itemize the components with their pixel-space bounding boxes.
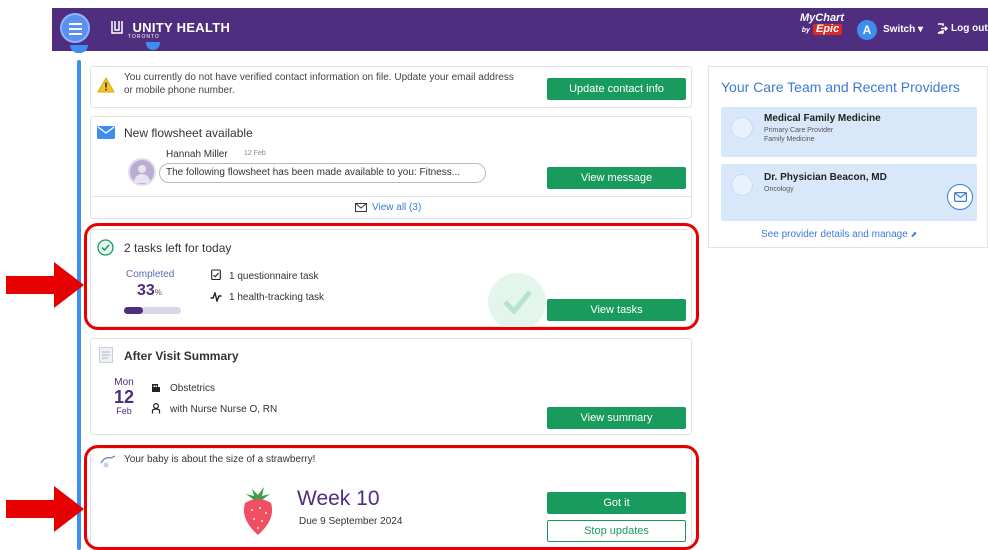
- see-provider-details-label: See provider details and manage: [761, 229, 908, 240]
- see-provider-details-link[interactable]: See provider details and manage ⬈: [761, 229, 917, 240]
- person-icon: [151, 403, 161, 414]
- mychart-epic-logo: MyChart by Epic: [800, 13, 844, 36]
- provider-name: Medical Family Medicine: [764, 113, 881, 124]
- chevron-down-icon: ▾: [918, 24, 924, 35]
- provider-specialty: Oncology: [764, 186, 794, 193]
- sender-name: Hannah Miller: [166, 149, 228, 160]
- view-all-link[interactable]: View all (3): [355, 202, 421, 213]
- visit-department: Obstetrics: [170, 383, 216, 394]
- red-arrow-icon: [6, 486, 84, 532]
- epic-label: Epic: [813, 24, 843, 35]
- warning-icon: [97, 77, 115, 93]
- visit-provider: with Nurse Nurse O, RN: [170, 404, 278, 415]
- envelope-icon: [355, 202, 367, 212]
- message-date: 12 Feb: [244, 150, 266, 157]
- provider-specialty: Family Medicine: [764, 136, 815, 143]
- view-message-button[interactable]: View message: [547, 167, 686, 189]
- mychart-by-label: by: [801, 27, 810, 34]
- update-contact-info-button[interactable]: Update contact info: [547, 78, 686, 100]
- contact-warning-text: You currently do not have verified conta…: [124, 72, 514, 96]
- care-team-panel: Your Care Team and Recent Providers Medi…: [708, 66, 988, 248]
- provider-role: Primary Care Provider: [764, 127, 834, 134]
- baby-card-highlight-box: [84, 445, 699, 550]
- tasks-highlight-box: [84, 223, 699, 330]
- document-icon: [99, 347, 113, 363]
- provider-card-family-medicine[interactable]: Medical Family Medicine Primary Care Pro…: [721, 107, 977, 157]
- logo-text: UNITY HEALTH: [132, 20, 231, 35]
- menu-icon-line: [69, 28, 82, 30]
- logo-icon: [111, 21, 123, 34]
- avatar-head: [138, 165, 146, 173]
- visit-date-number: 12: [113, 387, 135, 407]
- view-all-label: View all (3): [372, 202, 422, 213]
- top-navigation-bar: UNITY HEALTH TORONTO MyChart by Epic A S…: [52, 8, 988, 51]
- summary-title: After Visit Summary: [124, 349, 239, 363]
- visit-date: Mon 12 Feb: [112, 377, 136, 416]
- flowsheet-card: New flowsheet available Hannah Miller 12…: [90, 116, 692, 219]
- red-arrow-icon: [6, 262, 84, 308]
- envelope-icon: [954, 192, 967, 202]
- menu-icon-line: [69, 23, 82, 25]
- switch-button[interactable]: Switch ▾: [883, 24, 923, 35]
- timeline-cap: [70, 45, 88, 53]
- message-preview[interactable]: The following flowsheet has been made av…: [159, 163, 486, 183]
- provider-avatar: [731, 174, 753, 196]
- user-avatar[interactable]: A: [857, 20, 877, 40]
- external-link-icon: ⬈: [910, 230, 918, 239]
- contact-info-card: You currently do not have verified conta…: [90, 66, 692, 108]
- sender-avatar: [128, 158, 156, 186]
- provider-name: Dr. Physician Beacon, MD: [764, 172, 887, 183]
- menu-button[interactable]: [60, 13, 90, 43]
- logout-icon: [937, 23, 949, 34]
- mail-icon: [97, 126, 115, 139]
- view-summary-button[interactable]: View summary: [547, 407, 686, 429]
- divider: [91, 196, 691, 197]
- visit-month: Feb: [116, 406, 132, 416]
- menu-icon-line: [69, 33, 82, 35]
- provider-avatar: [731, 117, 753, 139]
- message-provider-button[interactable]: [947, 184, 973, 210]
- after-visit-summary-card: After Visit Summary Mon 12 Feb Obstetric…: [90, 338, 692, 435]
- unity-health-logo[interactable]: UNITY HEALTH TORONTO: [110, 19, 230, 40]
- building-icon: [152, 384, 160, 392]
- avatar-body: [134, 174, 150, 183]
- provider-card-oncology[interactable]: Dr. Physician Beacon, MD Oncology: [721, 164, 977, 221]
- flowsheet-title: New flowsheet available: [124, 126, 253, 140]
- logout-button[interactable]: Log out: [937, 23, 988, 34]
- switch-label: Switch: [883, 24, 916, 35]
- care-team-title: Your Care Team and Recent Providers: [721, 79, 960, 95]
- logout-label: Log out: [951, 23, 988, 35]
